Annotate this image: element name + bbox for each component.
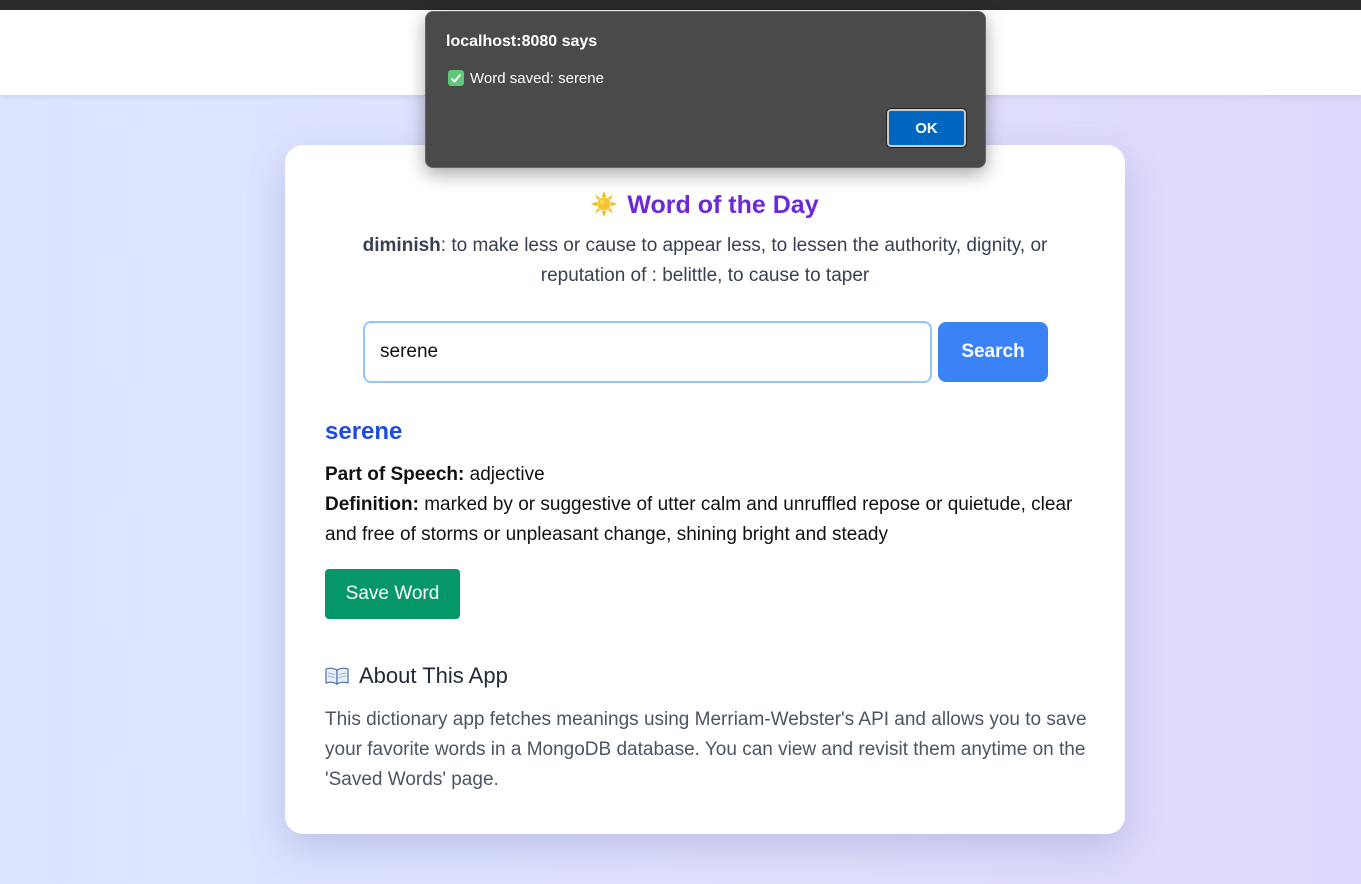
word-of-day-heading: Word of the Day <box>285 189 1125 221</box>
sun-icon <box>591 191 618 217</box>
book-icon <box>325 667 349 685</box>
save-word-button[interactable]: Save Word <box>325 569 460 619</box>
word-of-day-meaning: : to make less or cause to appear less, … <box>440 235 1048 286</box>
part-of-speech-label: Part of Speech: <box>325 464 465 485</box>
search-button[interactable]: Search <box>938 322 1048 382</box>
main-card: Word of the Day diminish: to make less o… <box>285 145 1125 834</box>
check-icon <box>448 70 464 86</box>
about-text: This dictionary app fetches meanings usi… <box>325 709 1087 790</box>
result-word: serene <box>325 418 403 445</box>
alert-dialog: localhost:8080 says Word saved: serene O… <box>425 11 986 168</box>
part-of-speech-row: Part of Speech: adjective <box>325 460 1085 490</box>
dialog-message-row: Word saved: serene <box>448 70 604 87</box>
part-of-speech-value: adjective <box>469 464 545 485</box>
definition-label: Definition: <box>325 494 419 515</box>
browser-top-strip <box>0 0 1361 10</box>
dialog-title: localhost:8080 says <box>446 33 598 50</box>
search-input[interactable] <box>363 321 932 383</box>
dialog-message: Word saved: serene <box>470 70 604 87</box>
definition-value: marked by or suggestive of utter calm an… <box>325 494 1073 545</box>
word-of-day-word: diminish <box>362 235 441 256</box>
about-heading: About This App <box>325 663 508 689</box>
definition-row: Definition: marked by or suggestive of u… <box>325 490 1085 550</box>
word-of-day-title: Word of the Day <box>627 191 819 219</box>
word-of-day-definition: diminish: to make less or cause to appea… <box>335 231 1075 291</box>
ok-button[interactable]: OK <box>886 108 967 148</box>
about-title: About This App <box>359 663 508 688</box>
result-details: Part of Speech: adjective Definition: ma… <box>325 460 1085 550</box>
